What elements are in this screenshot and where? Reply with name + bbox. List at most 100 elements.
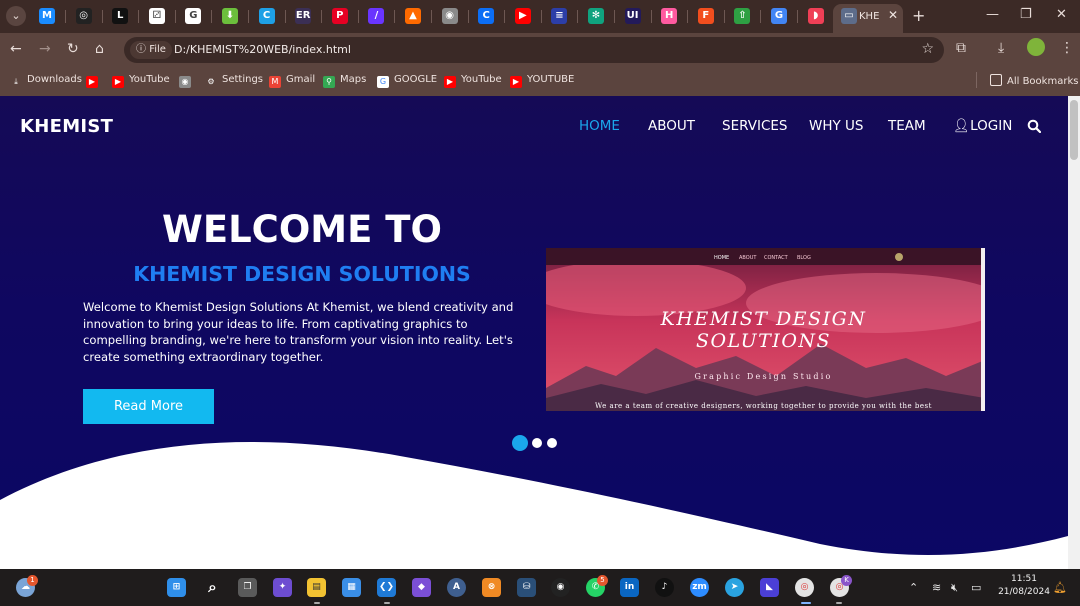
bookmark-item[interactable]: ▶ YOUTUBE xyxy=(510,74,574,88)
address-bar[interactable]: ⓘ File D:/KHEMIST%20WEB/index.html ☆ xyxy=(124,37,944,63)
tiktok-icon[interactable]: ♪ xyxy=(655,578,674,597)
download-icon: ⤓ xyxy=(10,76,22,88)
restore-icon[interactable]: ❐ xyxy=(1020,7,1032,22)
youtube-icon[interactable]: ▶ xyxy=(514,8,531,24)
page-viewport: KHEMIST HOME ABOUT SERVICES WHY US TEAM … xyxy=(0,96,1068,569)
home-icon[interactable]: ⌂ xyxy=(95,41,104,57)
pocket-icon[interactable]: ◗ xyxy=(807,8,824,24)
nav-login[interactable]: 👤︎LOGIN xyxy=(953,118,1012,134)
tab-separator xyxy=(650,10,652,23)
nav-why-us[interactable]: WHY US xyxy=(809,118,864,134)
bookmark-item[interactable]: ⚲ Maps xyxy=(323,74,366,88)
medium-icon[interactable]: M xyxy=(39,8,55,24)
nav-services[interactable]: SERVICES xyxy=(722,118,787,134)
figma-icon[interactable]: F xyxy=(697,8,714,24)
minimize-icon[interactable]: — xyxy=(986,7,999,22)
copilot-icon[interactable]: ✦ xyxy=(273,578,292,597)
er-icon[interactable]: ER xyxy=(295,8,312,24)
bar-chart-icon[interactable]: ≡ xyxy=(551,8,568,24)
globe-icon[interactable]: ◉ xyxy=(441,8,458,24)
telegram-icon[interactable]: ➤ xyxy=(725,578,744,597)
downloads-icon[interactable]: ⤓ xyxy=(998,40,1004,56)
github-icon[interactable]: ◉ xyxy=(551,578,570,597)
menu-kebab-icon[interactable]: ⋮ xyxy=(1060,40,1074,56)
pinterest-icon[interactable]: P xyxy=(331,8,348,24)
site-info-chip[interactable]: ⓘ File xyxy=(130,41,172,59)
canva-icon[interactable]: C xyxy=(258,8,275,24)
volume-muted-icon[interactable]: 🔇︎ xyxy=(951,581,958,595)
back-arrow-icon[interactable]: ← xyxy=(10,41,22,57)
all-bookmarks[interactable]: All Bookmarks xyxy=(990,74,1078,87)
c-brand-icon[interactable]: C xyxy=(478,8,495,24)
nav-home[interactable]: HOME xyxy=(579,118,620,134)
dice-icon[interactable]: ⚂ xyxy=(148,8,165,24)
system-clock[interactable]: 11:51 21/08/2024 xyxy=(996,573,1052,599)
fire-icon[interactable]: ▲ xyxy=(405,8,421,24)
start-windows-icon[interactable]: ⊞ xyxy=(167,578,186,597)
bookmark-item[interactable]: ⚙ Settings xyxy=(205,74,263,88)
bookmark-item[interactable]: ▶ YouTube xyxy=(112,74,170,88)
slider-dot[interactable] xyxy=(532,438,542,448)
site-logo[interactable]: KHEMIST xyxy=(20,116,113,137)
active-tab[interactable]: ▭ KHE ✕ xyxy=(833,4,903,33)
bookmark-item[interactable]: M Gmail xyxy=(269,74,315,88)
h-brand-icon[interactable]: H xyxy=(661,8,678,24)
chrome-profile-badge: K xyxy=(841,575,852,586)
slider-dot-active[interactable] xyxy=(512,435,528,451)
preview-title-line1: KHEMIST DESIGN xyxy=(660,308,867,330)
mysql-workbench-icon[interactable]: ⛁ xyxy=(517,578,536,597)
reload-icon[interactable]: ↻ xyxy=(67,41,79,57)
close-tab-icon[interactable]: ✕ xyxy=(888,8,898,22)
nav-about[interactable]: ABOUT xyxy=(648,118,695,134)
extensions-icon[interactable]: ⧉ xyxy=(956,40,966,56)
vscode-icon[interactable]: ❮❯ xyxy=(377,578,396,597)
chatgpt-icon[interactable]: ✻ xyxy=(588,8,604,24)
bookmark-item[interactable]: ▶ YouTube xyxy=(444,74,502,88)
notification-bell-icon[interactable]: 🔔︎ xyxy=(1053,581,1067,594)
bookmark-label: Maps xyxy=(340,74,367,85)
preview-subtitle: Graphic Design Studio xyxy=(694,372,833,381)
battery-icon[interactable]: ▭ xyxy=(971,581,981,594)
wifi-icon[interactable]: ≋ xyxy=(932,581,941,594)
bookmark-item[interactable]: ⤓ Downloads xyxy=(10,74,82,88)
task-view-icon[interactable]: ❐ xyxy=(238,578,257,597)
android-studio-icon[interactable]: A xyxy=(447,578,466,597)
google-icon[interactable]: G xyxy=(185,8,202,24)
tab-search-chevron-icon[interactable]: ⌄ xyxy=(6,6,26,26)
profile-avatar[interactable] xyxy=(1027,38,1045,56)
letter-l-icon[interactable]: L xyxy=(112,8,129,24)
slider-dot[interactable] xyxy=(547,438,557,448)
gear-icon: ⚙ xyxy=(205,76,217,88)
bookmark-item[interactable]: ◉ xyxy=(179,74,196,88)
new-tab-icon[interactable]: + xyxy=(912,6,925,25)
notion-like-icon[interactable]: ◣ xyxy=(760,578,779,597)
close-window-icon[interactable]: ✕ xyxy=(1056,7,1067,22)
tray-chevron-icon[interactable]: ⌃ xyxy=(909,581,918,594)
nav-team[interactable]: TEAM xyxy=(888,118,926,134)
download-arrow-icon[interactable]: ⬇ xyxy=(222,8,238,24)
bookmark-label: GOOGLE xyxy=(394,74,438,85)
microsoft-store-icon[interactable]: ▦ xyxy=(342,578,361,597)
read-more-button[interactable]: Read More xyxy=(83,389,214,424)
xampp-icon[interactable]: ⊗ xyxy=(482,578,501,597)
page-scrollbar[interactable] xyxy=(1068,96,1080,569)
bookmark-star-icon[interactable]: ☆ xyxy=(921,41,934,57)
bookmark-item[interactable]: ▶ xyxy=(86,74,103,88)
bookmark-item[interactable]: G GOOGLE xyxy=(377,74,437,88)
search-icon[interactable] xyxy=(1027,119,1041,133)
visual-studio-icon[interactable]: ◆ xyxy=(412,578,431,597)
preview-title: KHEMIST DESIGN SOLUTIONS xyxy=(546,308,981,352)
chrome-icon[interactable]: ◎ xyxy=(795,578,814,597)
up-arrow-icon[interactable]: ⇧ xyxy=(734,8,751,24)
translate-icon[interactable]: G xyxy=(771,8,787,24)
linkedin-icon[interactable]: in xyxy=(620,578,639,597)
url-text[interactable]: D:/KHEMIST%20WEB/index.html xyxy=(174,43,351,56)
forward-arrow-icon[interactable]: → xyxy=(39,41,51,57)
search-icon[interactable]: ⌕ xyxy=(203,578,222,597)
scrollbar-thumb[interactable] xyxy=(1070,100,1078,160)
zoom-icon[interactable]: zm xyxy=(690,578,709,597)
feather-icon[interactable]: / xyxy=(368,8,385,24)
file-explorer-icon[interactable]: ▤ xyxy=(307,578,326,597)
openai-icon[interactable]: ◎ xyxy=(75,8,92,24)
ui-icon[interactable]: UI xyxy=(624,8,641,24)
